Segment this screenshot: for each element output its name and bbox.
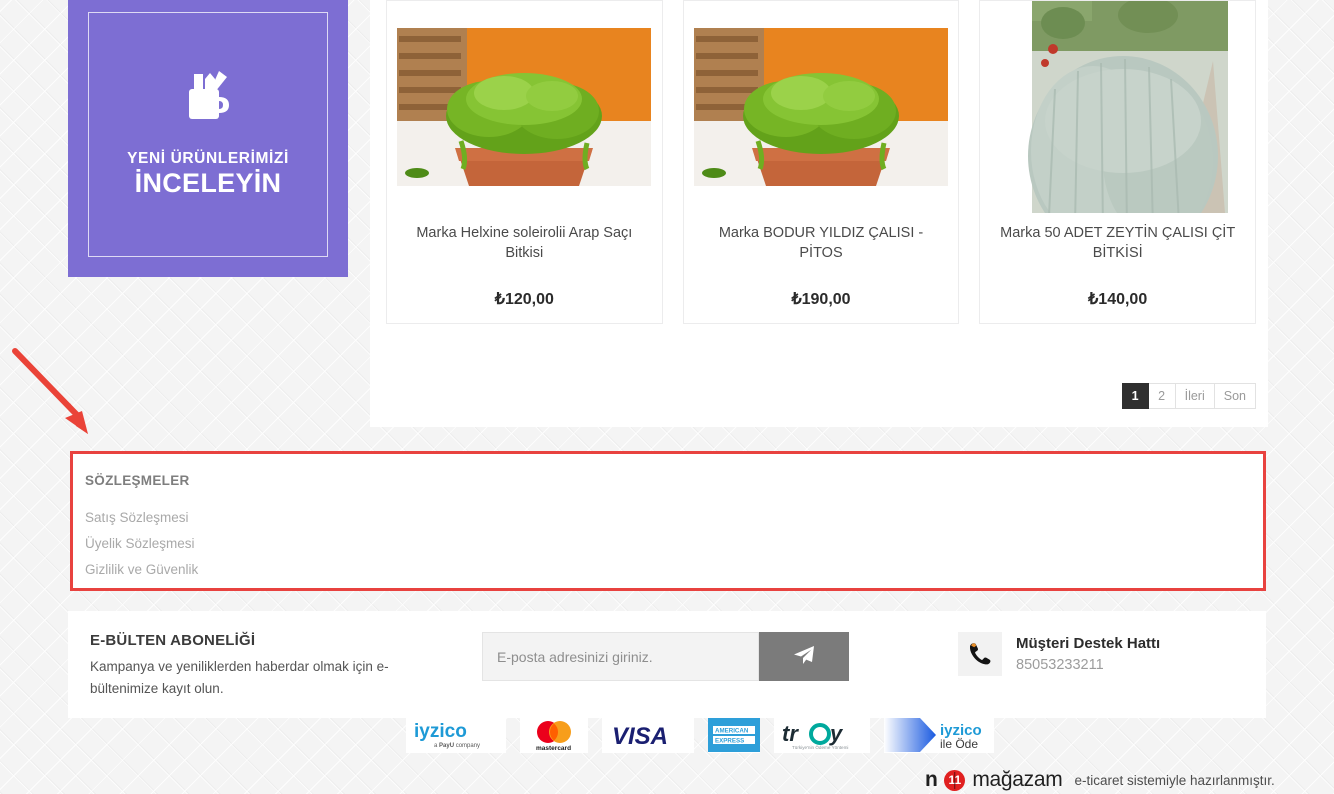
product-name: Marka BODUR YILDIZ ÇALISI - PİTOS <box>718 225 924 261</box>
annotation-arrow-icon <box>6 342 106 442</box>
pagination-next[interactable]: İleri <box>1175 383 1215 409</box>
phone-icon <box>958 632 1002 676</box>
pagination-page-2[interactable]: 2 <box>1148 383 1176 409</box>
brand-word: mağazam <box>972 768 1063 791</box>
svg-text:ile Öde: ile Öde <box>940 737 978 751</box>
contract-link-membership[interactable]: Üyelik Sözleşmesi <box>85 531 198 557</box>
product-price: ₺190,00 <box>791 291 851 308</box>
svg-text:VISA: VISA <box>612 723 668 750</box>
newsletter-title: E-BÜLTEN ABONELİĞİ <box>90 632 256 649</box>
contract-link-privacy[interactable]: Gizlilik ve Güvenlik <box>85 557 198 583</box>
product-name: Marka 50 ADET ZEYTİN ÇALISI ÇİT BİTKİSİ <box>1000 225 1236 261</box>
newsletter-block: E-BÜLTEN ABONELİĞİ Kampanya ve yenilikle… <box>90 632 420 700</box>
payment-logos: iyzico a PayU company mastercard VISA AM… <box>406 717 994 753</box>
iyzico-logo: iyzico a PayU company <box>406 717 506 753</box>
brand-n-letter: n <box>925 768 938 791</box>
product-image[interactable] <box>980 1 1255 213</box>
support-block: Müşteri Destek Hattı 85053233211 <box>958 632 1160 676</box>
pagination[interactable]: 1 2 İleri Son <box>1121 383 1256 409</box>
american-express-logo: AMERICAN EXPRESS <box>708 717 760 753</box>
pagination-page-1[interactable]: 1 <box>1121 383 1149 409</box>
pagination-last[interactable]: Son <box>1214 383 1256 409</box>
svg-text:Türkiye'nin Ödeme Yöntemi: Türkiye'nin Ödeme Yöntemi <box>792 744 848 750</box>
paper-plane-icon <box>792 643 816 670</box>
svg-text:EXPRESS: EXPRESS <box>715 738 744 745</box>
ladybug-logo-icon: 11 <box>944 769 966 791</box>
footer-panel: E-BÜLTEN ABONELİĞİ Kampanya ve yenilikle… <box>68 611 1266 718</box>
promo-banner[interactable]: YENİ ÜRÜNLERİMİZİ İNCELEYİN <box>68 0 348 277</box>
product-price: ₺120,00 <box>494 291 554 308</box>
contracts-link-list: Satış Sözleşmesi Üyelik Sözleşmesi Gizli… <box>85 505 198 583</box>
newsletter-submit-button[interactable] <box>759 632 849 681</box>
brand-tagline: e-ticaret sistemiyle hazırlanmıştır. <box>1074 772 1275 788</box>
product-image[interactable] <box>684 1 959 213</box>
support-title: Müşteri Destek Hattı <box>1016 635 1161 652</box>
svg-text:y: y <box>829 721 844 746</box>
contract-link-sales[interactable]: Satış Sözleşmesi <box>85 505 198 531</box>
promo-line-2: İNCELEYİN <box>134 168 282 198</box>
mastercard-logo: mastercard <box>520 717 588 753</box>
newsletter-subscribe-form <box>482 632 849 681</box>
product-price: ₺140,00 <box>1088 291 1148 308</box>
support-phone: 85053233211 <box>1016 657 1104 673</box>
product-card[interactable]: Marka Helxine soleirolii Arap Saçı Bitki… <box>386 0 663 324</box>
promo-line-1: YENİ ÜRÜNLERİMİZİ <box>127 150 289 167</box>
email-input[interactable] <box>482 632 759 681</box>
site-branding: n 11 mağazam e-ticaret sistemiyle hazırl… <box>925 768 1275 792</box>
svg-text:AMERICAN: AMERICAN <box>715 728 749 735</box>
product-card[interactable]: Marka 50 ADET ZEYTİN ÇALISI ÇİT BİTKİSİ … <box>979 0 1257 324</box>
page-root: Marka Helxine soleirolii Arap Saçı Bitki… <box>0 0 1334 794</box>
product-name: Marka Helxine soleirolii Arap Saçı Bitki… <box>416 225 633 261</box>
visa-logo: VISA <box>602 717 694 753</box>
support-text: Müşteri Destek Hattı 85053233211 <box>1016 635 1160 673</box>
svg-text:iyzico: iyzico <box>414 721 467 742</box>
contracts-title: SÖZLEŞMELER <box>85 473 190 488</box>
product-content-panel: Marka Helxine soleirolii Arap Saçı Bitki… <box>370 0 1268 427</box>
svg-text:tr: tr <box>782 721 799 746</box>
svg-text:mastercard: mastercard <box>536 745 571 752</box>
product-image[interactable] <box>387 1 662 213</box>
newsletter-description: Kampanya ve yeniliklerden haberdar olmak… <box>90 659 389 696</box>
product-card[interactable]: Marka BODUR YILDIZ ÇALISI - PİTOS ₺190,0… <box>682 0 960 324</box>
troy-logo: tr y Türkiye'nin Ödeme Yöntemi <box>774 717 870 753</box>
svg-text:a PayU company: a PayU company <box>434 743 480 749</box>
iyzico-ile-ode-logo: iyzico ile Öde <box>884 717 994 753</box>
promo-banner-inner: YENİ ÜRÜNLERİMİZİ İNCELEYİN <box>88 12 328 257</box>
contracts-section: SÖZLEŞMELER Satış Sözleşmesi Üyelik Sözl… <box>70 451 1266 591</box>
pen-holder-icon <box>181 71 235 132</box>
product-grid: Marka Helxine soleirolii Arap Saçı Bitki… <box>386 0 1257 324</box>
